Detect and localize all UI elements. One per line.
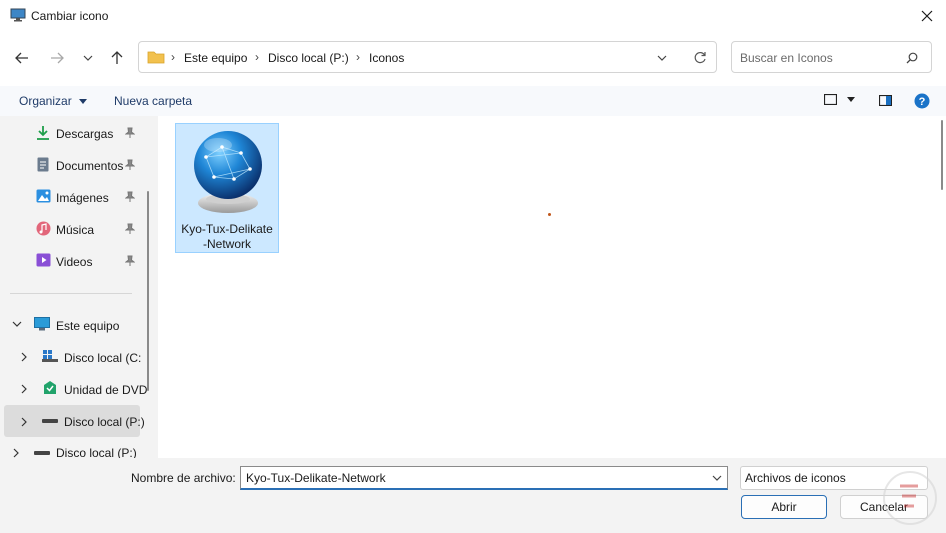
pin-icon xyxy=(125,223,135,234)
chevron-right-icon[interactable] xyxy=(13,448,19,458)
forward-button[interactable] xyxy=(45,46,69,70)
sidebar-item-label: Disco local (C: xyxy=(64,351,142,365)
sidebar-item-drive-p-selected[interactable]: Disco local (P:) xyxy=(4,405,145,437)
breadcrumb-item-drive[interactable]: Disco local (P:) xyxy=(268,51,349,65)
sidebar-item-label: Música xyxy=(56,223,95,237)
drive-icon xyxy=(34,451,50,455)
address-bar[interactable]: › Este equipo › Disco local (P:) › Icono… xyxy=(138,41,717,73)
navigation-pane: Descargas Documentos Imágenes Música Vid… xyxy=(0,116,158,458)
caret-down-icon xyxy=(78,98,87,104)
close-icon xyxy=(921,10,933,22)
search-input[interactable]: Buscar en Iconos xyxy=(740,51,833,65)
file-name-line1: Kyo-Tux-Delikate xyxy=(181,222,273,236)
arrow-up-icon xyxy=(111,51,123,64)
breadcrumb-separator: › xyxy=(171,50,175,64)
breadcrumb-separator: › xyxy=(356,50,360,64)
svg-text:?: ? xyxy=(919,96,926,108)
monitor-icon xyxy=(10,8,26,22)
sidebar-item-drive-p[interactable]: Disco local (P:) xyxy=(0,439,140,458)
breadcrumb-item-folder[interactable]: Iconos xyxy=(369,51,404,65)
cursor-dot xyxy=(548,213,551,216)
organize-label: Organizar xyxy=(19,94,72,108)
pin-icon xyxy=(125,255,135,266)
filetype-value: Archivos de iconos xyxy=(745,471,846,485)
network-globe-icon xyxy=(194,131,262,213)
search-icon xyxy=(906,52,918,64)
title-bar: Cambiar icono xyxy=(0,0,946,32)
sidebar-item-pictures[interactable]: Imágenes xyxy=(0,181,140,211)
caret-down-icon xyxy=(847,97,855,102)
organize-button[interactable]: Organizar xyxy=(19,94,87,108)
drive-icon xyxy=(42,419,58,423)
help-icon[interactable]: ? xyxy=(914,93,930,109)
back-button[interactable] xyxy=(10,46,34,70)
pin-icon xyxy=(125,159,135,170)
file-name-line2: -Network xyxy=(202,237,251,251)
pin-icon xyxy=(125,191,135,202)
download-icon xyxy=(37,126,49,140)
sidebar-item-label: Unidad de DVD xyxy=(64,383,148,397)
sidebar-item-label: Descargas xyxy=(56,127,114,141)
content-scrollbar[interactable] xyxy=(941,120,943,190)
breadcrumb-separator: › xyxy=(255,50,259,64)
sidebar-item-this-pc[interactable]: Este equipo xyxy=(0,309,140,339)
sidebar-item-drive-c[interactable]: Disco local (C: xyxy=(0,341,142,371)
breadcrumb-item-this-pc[interactable]: Este equipo xyxy=(184,51,247,65)
chevron-down-icon[interactable] xyxy=(657,55,667,61)
dvd-drive-icon xyxy=(44,381,56,394)
chevron-right-icon[interactable] xyxy=(21,352,27,362)
sidebar-item-label: Este equipo xyxy=(56,319,120,333)
refresh-icon[interactable] xyxy=(693,51,707,65)
sidebar-scrollbar[interactable] xyxy=(147,191,149,391)
chevron-right-icon[interactable] xyxy=(21,417,27,427)
close-button[interactable] xyxy=(912,4,942,28)
chevron-down-icon[interactable] xyxy=(712,475,722,481)
view-options-button[interactable] xyxy=(824,94,855,105)
video-icon xyxy=(36,253,51,267)
sidebar-item-downloads[interactable]: Descargas xyxy=(0,117,140,147)
sidebar-divider xyxy=(10,293,132,294)
file-name-label: Kyo-Tux-Delikate -Network xyxy=(176,222,278,252)
pictures-icon xyxy=(36,189,51,203)
sidebar-item-videos[interactable]: Videos xyxy=(0,245,140,275)
up-button[interactable] xyxy=(105,46,129,70)
sidebar-item-dvd-drive[interactable]: Unidad de DVD xyxy=(0,373,147,403)
sidebar-item-label: Imágenes xyxy=(56,191,109,205)
folder-icon xyxy=(147,51,165,64)
filename-label: Nombre de archivo: xyxy=(131,471,236,485)
chevron-down-icon[interactable] xyxy=(12,321,22,327)
pin-icon xyxy=(125,127,135,138)
chevron-down-icon xyxy=(83,55,93,61)
new-folder-button[interactable]: Nueva carpeta xyxy=(114,94,192,108)
sidebar-item-label: Documentos xyxy=(56,159,124,173)
windows-drive-icon xyxy=(42,350,58,362)
preview-pane-icon[interactable] xyxy=(879,95,892,106)
open-button[interactable]: Abrir xyxy=(741,495,827,519)
computer-icon xyxy=(34,317,50,331)
view-icon xyxy=(824,94,837,105)
sidebar-item-music[interactable]: Música xyxy=(0,213,140,243)
file-item[interactable]: Kyo-Tux-Delikate -Network xyxy=(175,123,279,253)
document-icon xyxy=(37,157,49,172)
recent-locations-button[interactable] xyxy=(76,46,100,70)
filename-value: Kyo-Tux-Delikate-Network xyxy=(246,471,386,485)
command-bar: Organizar Nueva carpeta ? xyxy=(0,86,946,116)
sidebar-item-documents[interactable]: Documentos xyxy=(0,149,140,179)
watermark-logo xyxy=(883,471,937,525)
window-title: Cambiar icono xyxy=(31,9,109,23)
music-icon xyxy=(36,221,51,236)
sidebar-item-label: Videos xyxy=(56,255,93,269)
arrow-right-icon xyxy=(51,52,64,64)
arrow-left-icon xyxy=(15,52,28,64)
chevron-right-icon[interactable] xyxy=(21,384,27,394)
search-box[interactable]: Buscar en Iconos xyxy=(731,41,932,73)
sidebar-item-label: Disco local (P:) xyxy=(56,446,137,458)
filename-input[interactable]: Kyo-Tux-Delikate-Network xyxy=(240,466,728,490)
sidebar-item-label: Disco local (P:) xyxy=(64,415,145,429)
